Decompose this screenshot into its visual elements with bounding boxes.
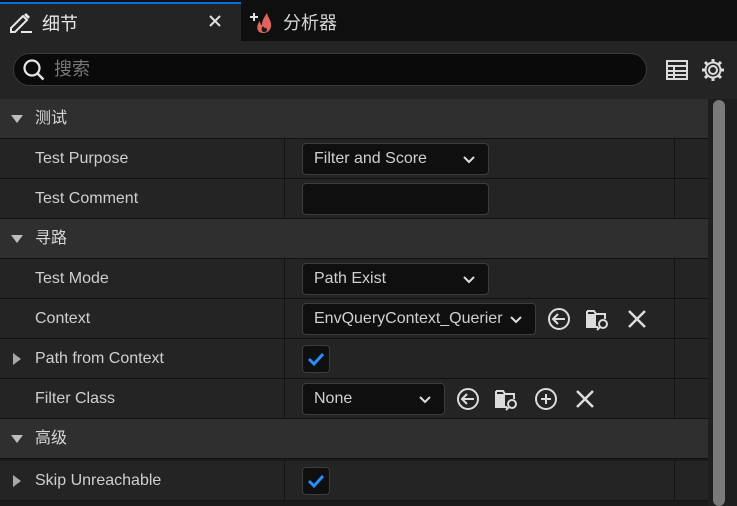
column-divider [674, 179, 675, 219]
test-purpose-dropdown[interactable]: Filter and Score [302, 143, 489, 175]
section-pathfinding[interactable]: 寻路 [0, 219, 708, 259]
column-divider [674, 299, 675, 339]
column-divider [674, 259, 675, 299]
clear-icon[interactable] [572, 386, 598, 412]
search-box[interactable] [13, 53, 647, 86]
details-pencil-icon [10, 12, 32, 33]
use-selected-arrow-icon[interactable] [546, 306, 572, 332]
property-label: Test Mode [35, 270, 109, 287]
section-label: 寻路 [35, 230, 68, 247]
search-icon [23, 58, 45, 80]
column-divider [284, 139, 285, 179]
column-divider [674, 139, 675, 179]
property-row-filter-class: Filter Class None [0, 379, 708, 419]
property-row-path-from-context: Path from Context [0, 339, 708, 379]
chevron-down-icon [463, 276, 475, 284]
property-row-test-mode: Test Mode Path Exist [0, 259, 708, 299]
dropdown-value: None [314, 390, 353, 407]
close-icon[interactable] [207, 13, 223, 29]
checkmark-icon [307, 474, 325, 489]
scrollbar-thumb[interactable] [713, 100, 725, 506]
browse-folder-icon[interactable] [585, 306, 611, 332]
tab-profiler[interactable]: 分析器 [243, 2, 423, 41]
column-divider [674, 461, 675, 501]
chevron-down-icon [419, 396, 431, 404]
search-row [0, 41, 737, 99]
section-label: 高级 [35, 430, 68, 447]
expand-right-icon[interactable] [10, 474, 24, 488]
dropdown-value: Path Exist [314, 270, 387, 287]
property-label: Skip Unreachable [35, 472, 162, 489]
property-label: Test Purpose [35, 150, 129, 167]
skip-unreachable-checkbox[interactable] [302, 467, 330, 495]
test-mode-dropdown[interactable]: Path Exist [302, 263, 489, 295]
column-divider [674, 379, 675, 419]
column-divider [674, 339, 675, 379]
property-label: Filter Class [35, 390, 116, 407]
use-selected-arrow-icon[interactable] [455, 386, 481, 412]
expand-down-icon [11, 235, 23, 243]
browse-folder-icon[interactable] [494, 386, 520, 412]
context-dropdown[interactable]: EnvQueryContext_Querier [302, 303, 536, 335]
property-label: Path from Context [35, 350, 164, 367]
column-divider [284, 339, 285, 379]
column-divider [284, 299, 285, 339]
clear-icon[interactable] [624, 306, 650, 332]
tab-profiler-label: 分析器 [283, 12, 337, 33]
expand-down-icon [11, 115, 23, 123]
chevron-down-icon [463, 156, 475, 164]
gear-icon[interactable] [700, 57, 726, 83]
column-divider [284, 461, 285, 501]
property-label: Context [35, 310, 91, 327]
chevron-down-icon [510, 316, 522, 324]
checkmark-icon [307, 352, 325, 367]
dropdown-value: EnvQueryContext_Querier [314, 310, 503, 327]
property-row-test-comment: Test Comment [0, 179, 708, 219]
details-panel: 测试 Test Purpose Filter and Score Test Co… [0, 99, 708, 506]
add-icon[interactable] [533, 386, 559, 412]
section-advanced[interactable]: 高级 [0, 419, 708, 459]
dropdown-value: Filter and Score [314, 150, 427, 167]
column-divider [284, 179, 285, 219]
section-label: 测试 [35, 110, 68, 127]
filter-class-dropdown[interactable]: None [302, 383, 445, 415]
column-divider [284, 259, 285, 299]
section-test[interactable]: 测试 [0, 99, 708, 139]
tab-details-label: 细节 [42, 13, 78, 34]
property-row-test-purpose: Test Purpose Filter and Score [0, 139, 708, 179]
table-view-icon[interactable] [664, 57, 690, 83]
property-row-context: Context EnvQueryContext_Querier [0, 299, 708, 339]
path-from-context-checkbox[interactable] [302, 345, 330, 373]
expand-down-icon [11, 435, 23, 443]
expand-right-icon[interactable] [10, 352, 24, 366]
tab-bar: 细节 分析器 [0, 0, 737, 41]
property-row-skip-unreachable: Skip Unreachable [0, 461, 708, 501]
search-input[interactable] [54, 59, 614, 80]
profiler-flame-icon [250, 12, 272, 33]
test-comment-field[interactable] [302, 183, 489, 215]
tab-details[interactable]: 细节 [0, 2, 241, 41]
column-divider [284, 379, 285, 419]
property-label: Test Comment [35, 190, 139, 207]
